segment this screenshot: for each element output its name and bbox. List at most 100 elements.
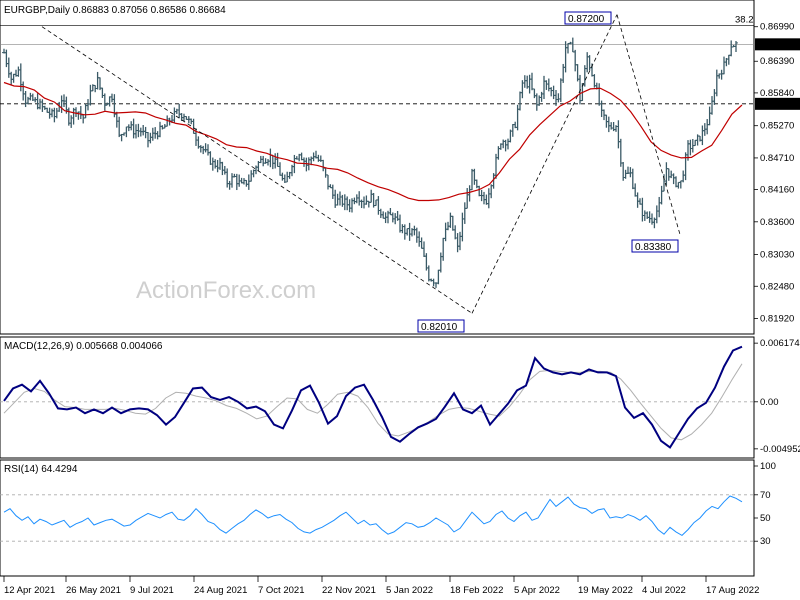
ohlc-bar bbox=[335, 193, 340, 206]
x-tick-label: 7 Oct 2021 bbox=[258, 585, 304, 596]
ohlc-bar bbox=[338, 191, 342, 206]
axis-layer: 0.86990 0.86684 0.86390 0.858400.85650 0.852… bbox=[3, 22, 800, 596]
ohlc-bar bbox=[539, 91, 544, 102]
ohlc-bar bbox=[114, 111, 119, 128]
ohlc-bar bbox=[563, 41, 568, 73]
ohlc-bar bbox=[566, 42, 570, 54]
ohlc-bar bbox=[21, 81, 26, 101]
chart-window: ActionForex.com 0.87200 0.83380 0.82010 38.… bbox=[0, 0, 800, 600]
ohlc-bar bbox=[542, 75, 546, 99]
ohlc-bar bbox=[647, 211, 652, 223]
swing-label-text: 0.83380 bbox=[635, 242, 672, 253]
ohlc-bar bbox=[388, 208, 393, 216]
ohlc-bar bbox=[501, 139, 506, 149]
ohlc-bar bbox=[453, 225, 458, 240]
ohlc-bar bbox=[74, 107, 78, 118]
ohlc-bar bbox=[719, 69, 724, 80]
macd-tick-label: -0.004952 bbox=[760, 444, 800, 455]
ohlc-bar bbox=[393, 213, 398, 225]
ohlc-bar bbox=[534, 93, 539, 111]
ohlc-bar bbox=[376, 196, 381, 215]
ohlc-bar bbox=[278, 162, 282, 176]
ohlc-bar bbox=[436, 269, 441, 285]
ohlc-bar bbox=[712, 89, 717, 105]
ohlc-bar bbox=[570, 37, 575, 53]
ohlc-bar bbox=[417, 231, 422, 247]
ohlc-bar bbox=[470, 168, 474, 191]
y-tick-label: 0.84160 bbox=[760, 185, 794, 196]
y-tick-label: 0.86990 bbox=[760, 22, 794, 33]
ohlc-bar bbox=[266, 159, 270, 166]
ohlc-bar bbox=[357, 191, 362, 206]
ohlc-bar bbox=[460, 212, 465, 242]
ohlc-bar bbox=[261, 155, 266, 167]
ohlc-bar bbox=[107, 96, 112, 107]
macd-tick-label: 0.00 bbox=[760, 397, 779, 408]
y-tick-label: 0.83030 bbox=[760, 250, 794, 261]
ohlc-bar bbox=[734, 41, 738, 53]
ohlc-bar bbox=[489, 184, 494, 199]
x-tick-label: 26 May 2021 bbox=[66, 585, 121, 596]
ohlc-bar bbox=[561, 63, 566, 83]
ohlc-bar bbox=[69, 115, 74, 128]
ohlc-bar bbox=[700, 125, 705, 146]
ohlc-bar bbox=[402, 224, 407, 240]
ohlc-bar bbox=[455, 233, 460, 253]
ohlc-bar bbox=[220, 161, 225, 176]
x-tick-label: 4 Jul 2022 bbox=[642, 585, 686, 596]
ohlc-bar bbox=[486, 188, 491, 209]
ohlc-bar bbox=[95, 71, 100, 90]
ohlc-bar bbox=[129, 121, 134, 131]
ohlc-bar bbox=[412, 225, 417, 236]
rsi-tick-label: 50 bbox=[760, 513, 771, 524]
ohlc-bar bbox=[710, 96, 714, 115]
ohlc-bar bbox=[131, 118, 136, 139]
rsi-panel-frame bbox=[0, 459, 755, 577]
ohlc-bar bbox=[42, 105, 47, 110]
ohlc-bar bbox=[522, 75, 527, 88]
ohlc-bar bbox=[585, 52, 590, 73]
ohlc-bar bbox=[503, 139, 508, 152]
ohlc-bar bbox=[419, 237, 424, 249]
ohlc-bar bbox=[707, 106, 712, 126]
ohlc-bar bbox=[518, 91, 522, 111]
ohlc-bar bbox=[683, 152, 688, 181]
ohlc-bar bbox=[18, 63, 23, 92]
ohlc-bar bbox=[599, 100, 604, 118]
ohlc-bar bbox=[681, 170, 686, 183]
y-tick-label: 0.84710 bbox=[760, 153, 794, 164]
ohlc-bar bbox=[210, 157, 215, 171]
ohlc-bar bbox=[616, 120, 621, 149]
ohlc-bar bbox=[477, 185, 482, 197]
ohlc-bar bbox=[422, 241, 426, 257]
ohlc-bar bbox=[472, 168, 477, 185]
ohlc-bar bbox=[654, 205, 659, 224]
ohlc-bar bbox=[76, 111, 81, 120]
ohlc-bar bbox=[623, 169, 628, 179]
ohlc-bar bbox=[160, 125, 165, 130]
ohlc-bar bbox=[326, 174, 330, 190]
ohlc-bar bbox=[11, 73, 16, 83]
ohlc-bar bbox=[304, 157, 309, 172]
ohlc-bar bbox=[110, 93, 114, 103]
ohlc-bar bbox=[323, 167, 328, 178]
ohlc-bar bbox=[674, 176, 678, 188]
ohlc-bar bbox=[330, 184, 335, 199]
ohlc-bar bbox=[510, 124, 515, 137]
ohlc-bar bbox=[352, 197, 357, 205]
ohlc-bar bbox=[119, 133, 124, 142]
ohlc-bar bbox=[230, 173, 234, 188]
ohlc-bar bbox=[669, 170, 674, 179]
ohlc-bar bbox=[88, 84, 93, 106]
ohlc-bar bbox=[407, 222, 412, 241]
ohlc-bar bbox=[244, 179, 249, 187]
ohlc-bar bbox=[6, 57, 11, 78]
ohlc-bar bbox=[47, 107, 52, 119]
ohlc-bar bbox=[426, 265, 431, 282]
ohlc-bar bbox=[657, 196, 662, 218]
ohlc-bar bbox=[556, 93, 561, 103]
ohlc-bar bbox=[693, 139, 698, 147]
ohlc-bar bbox=[249, 170, 254, 182]
ohlc-bar bbox=[153, 127, 158, 139]
ohlc-bar bbox=[218, 157, 222, 170]
